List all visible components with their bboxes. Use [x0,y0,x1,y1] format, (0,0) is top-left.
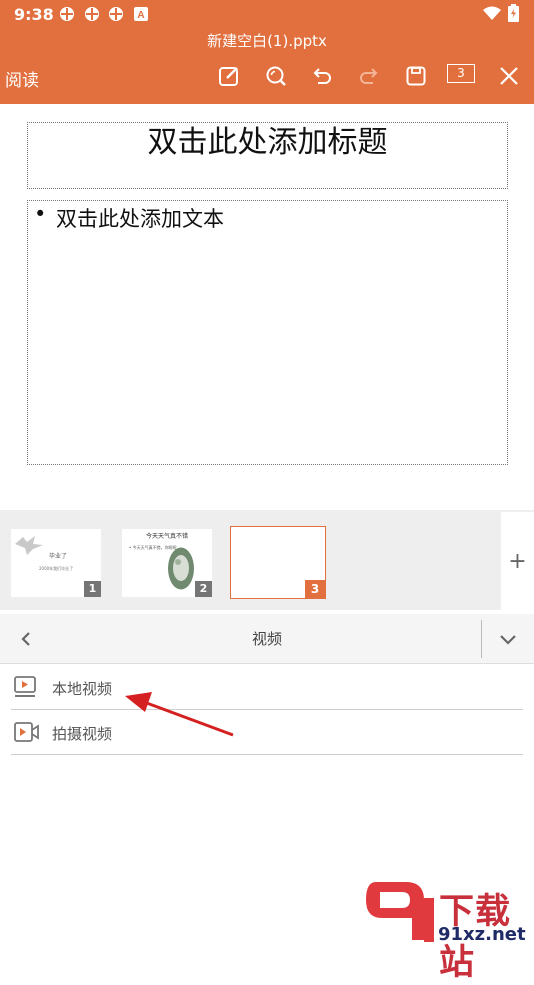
watermark-logo [366,882,434,942]
annotation-arrow [125,692,234,737]
watermark-url: 91xz.net [438,924,526,945]
